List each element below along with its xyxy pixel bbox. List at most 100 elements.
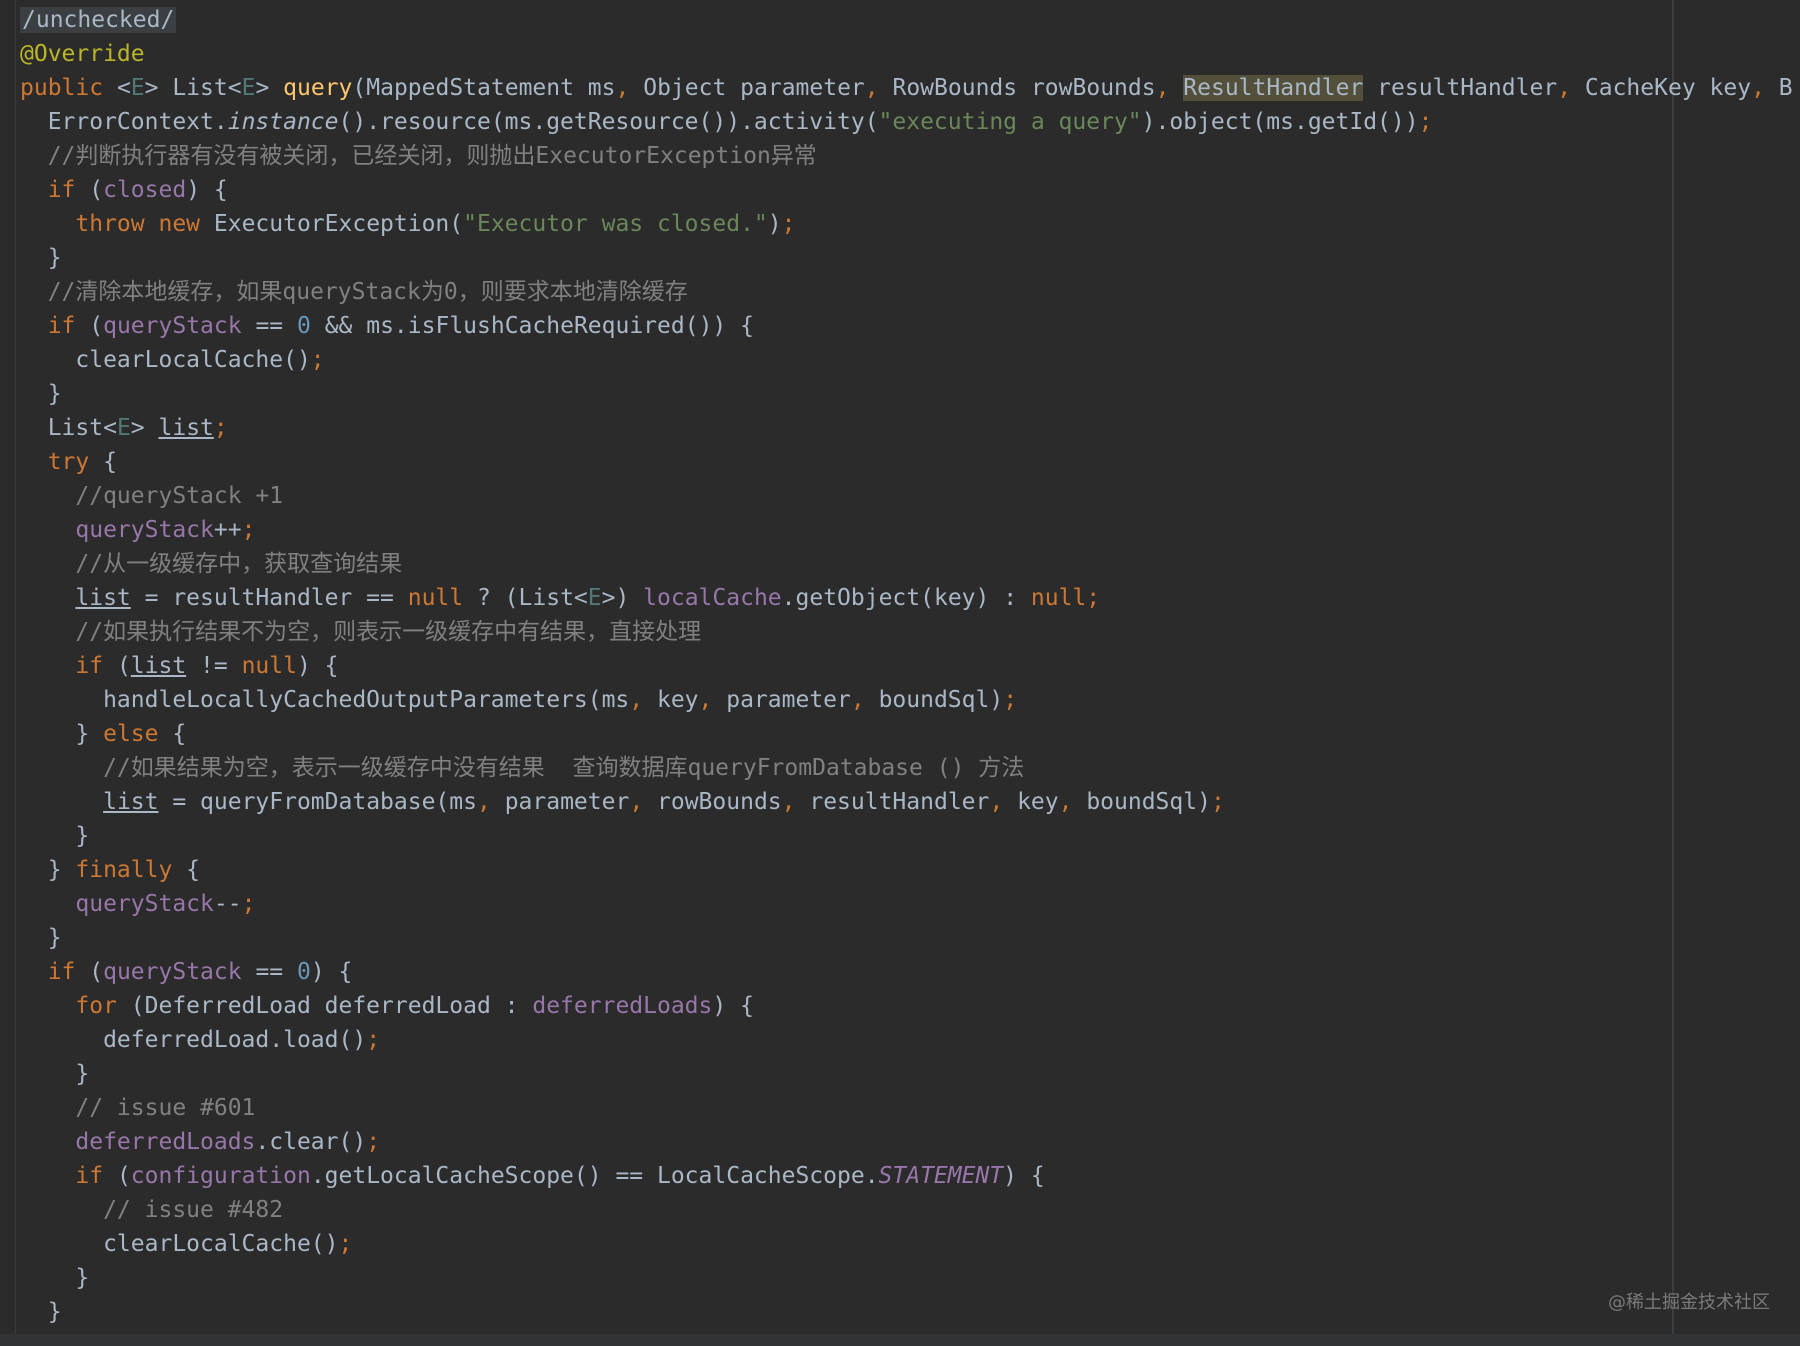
code-line[interactable]: throw new ExecutorException("Executor wa…: [20, 207, 1800, 241]
code-token: E: [116, 415, 131, 441]
code-token: >): [601, 585, 644, 611]
code-token: parameter: [504, 789, 630, 815]
code-line[interactable]: deferredLoad.load();: [20, 1023, 1800, 1057]
code-line[interactable]: }: [20, 1295, 1800, 1329]
code-token: ,: [698, 687, 727, 713]
code-token: <: [116, 75, 131, 101]
code-line[interactable]: clearLocalCache();: [20, 343, 1800, 377]
code-token: //清除本地缓存，如果queryStack为0，则要求本地清除缓存: [20, 279, 688, 305]
code-token: configuration: [130, 1163, 311, 1189]
code-token: query: [283, 75, 353, 101]
horizontal-scrollbar[interactable]: [0, 1334, 1800, 1346]
code-line[interactable]: handleLocallyCachedOutputParameters(ms, …: [20, 683, 1800, 717]
code-line[interactable]: //清除本地缓存，如果queryStack为0，则要求本地清除缓存: [20, 275, 1800, 309]
code-token: list: [103, 789, 159, 815]
code-line[interactable]: }: [20, 921, 1800, 955]
code-token: resultHandler: [809, 789, 990, 815]
code-token: CacheKey key: [1584, 75, 1752, 101]
code-token: clearLocalCache(): [20, 347, 311, 373]
code-line[interactable]: if (closed) {: [20, 173, 1800, 207]
code-token: try: [20, 449, 104, 475]
code-token: }: [20, 721, 104, 747]
code-token: else: [103, 721, 173, 747]
code-token: for: [20, 993, 131, 1019]
code-token: ,: [1751, 75, 1779, 101]
code-token: E: [587, 585, 602, 611]
code-token: ,: [629, 789, 658, 815]
gutter-divider: [15, 0, 16, 1346]
code-token: queryStack: [103, 313, 242, 339]
code-line[interactable]: if (queryStack == 0) {: [20, 955, 1800, 989]
code-line[interactable]: if (queryStack == 0 && ms.isFlushCacheRe…: [20, 309, 1800, 343]
code-line[interactable]: List<E> list;: [20, 411, 1800, 445]
code-line[interactable]: list = resultHandler == null ? (List<E>)…: [20, 581, 1800, 615]
code-token: ,: [476, 789, 505, 815]
code-line[interactable]: // issue #601: [20, 1091, 1800, 1125]
code-token: if: [20, 177, 90, 203]
code-line[interactable]: } else {: [20, 717, 1800, 751]
code-token: ;: [1418, 109, 1433, 135]
code-token: resultHandler: [1363, 75, 1558, 101]
code-token: //queryStack +1: [20, 483, 284, 509]
code-line[interactable]: /unchecked/: [20, 3, 1800, 37]
code-line[interactable]: //如果结果为空，表示一级缓存中没有结果 查询数据库queryFromDatab…: [20, 751, 1800, 785]
code-token: (MappedStatement ms: [352, 75, 616, 101]
code-token: key: [656, 687, 699, 713]
code-token: clearLocalCache(): [20, 1231, 339, 1257]
code-token: E: [241, 75, 256, 101]
code-line[interactable]: if (list != null) {: [20, 649, 1800, 683]
code-line[interactable]: @Override: [20, 37, 1800, 71]
code-line[interactable]: queryStack--;: [20, 887, 1800, 921]
code-token: ,: [629, 687, 657, 713]
code-token: queryStack: [103, 959, 242, 985]
code-token: if: [20, 313, 90, 339]
code-line[interactable]: } finally {: [20, 853, 1800, 887]
code-token: queryStack: [20, 891, 214, 917]
code-line[interactable]: public <E> List<E> query(MappedStatement…: [20, 71, 1800, 105]
code-line[interactable]: //queryStack +1: [20, 479, 1800, 513]
code-token: STATEMENT: [878, 1163, 1004, 1189]
code-token: (: [89, 177, 104, 203]
code-line[interactable]: deferredLoads.clear();: [20, 1125, 1800, 1159]
code-token: rowBounds: [657, 789, 782, 815]
code-line[interactable]: }: [20, 241, 1800, 275]
code-token: ) {: [186, 177, 228, 203]
code-line[interactable]: try {: [20, 445, 1800, 479]
code-token: deferredLoads: [532, 993, 713, 1019]
code-line[interactable]: }: [20, 819, 1800, 853]
code-line[interactable]: //从一级缓存中，获取查询结果: [20, 547, 1800, 581]
code-token: ;: [1003, 687, 1018, 713]
code-token: list: [75, 585, 131, 611]
code-token: --: [213, 891, 242, 917]
code-line[interactable]: if (configuration.getLocalCacheScope() =…: [20, 1159, 1800, 1193]
code-line[interactable]: clearLocalCache();: [20, 1227, 1800, 1261]
code-token: List<: [20, 415, 117, 441]
code-line[interactable]: //判断执行器有没有被关闭，已经关闭，则抛出ExecutorException异…: [20, 139, 1800, 173]
code-token: /unchecked/: [20, 7, 177, 33]
code-line[interactable]: list = queryFromDatabase(ms, parameter, …: [20, 785, 1800, 819]
code-token: }: [20, 381, 62, 407]
code-token: }: [20, 1265, 90, 1291]
code-line[interactable]: queryStack++;: [20, 513, 1800, 547]
code-token: ExecutorException(: [213, 211, 464, 237]
code-editor[interactable]: /unchecked/ @Override public <E> List<E> q…: [0, 0, 1800, 1346]
code-token: null;: [1030, 585, 1101, 611]
code-token: E: [130, 75, 145, 101]
code-line[interactable]: }: [20, 1057, 1800, 1091]
code-area[interactable]: /unchecked/ @Override public <E> List<E> q…: [20, 3, 1800, 1329]
code-token: ).object(ms.getId()): [1141, 109, 1419, 135]
code-line[interactable]: for (DeferredLoad deferredLoad : deferre…: [20, 989, 1800, 1023]
code-token: (: [89, 313, 104, 339]
code-token: .clear(): [255, 1129, 367, 1155]
code-token: ) {: [712, 993, 754, 1019]
code-token: (DeferredLoad deferredLoad :: [130, 993, 533, 1019]
code-line[interactable]: //如果执行结果不为空，则表示一级缓存中有结果，直接处理: [20, 615, 1800, 649]
code-line[interactable]: }: [20, 1261, 1800, 1295]
code-token: //如果执行结果不为空，则表示一级缓存中有结果，直接处理: [20, 619, 702, 645]
code-line[interactable]: ErrorContext.instance().resource(ms.getR…: [20, 105, 1800, 139]
code-token: !=: [186, 653, 242, 679]
code-token: ,: [615, 75, 644, 101]
code-line[interactable]: }: [20, 377, 1800, 411]
code-line[interactable]: // issue #482: [20, 1193, 1800, 1227]
